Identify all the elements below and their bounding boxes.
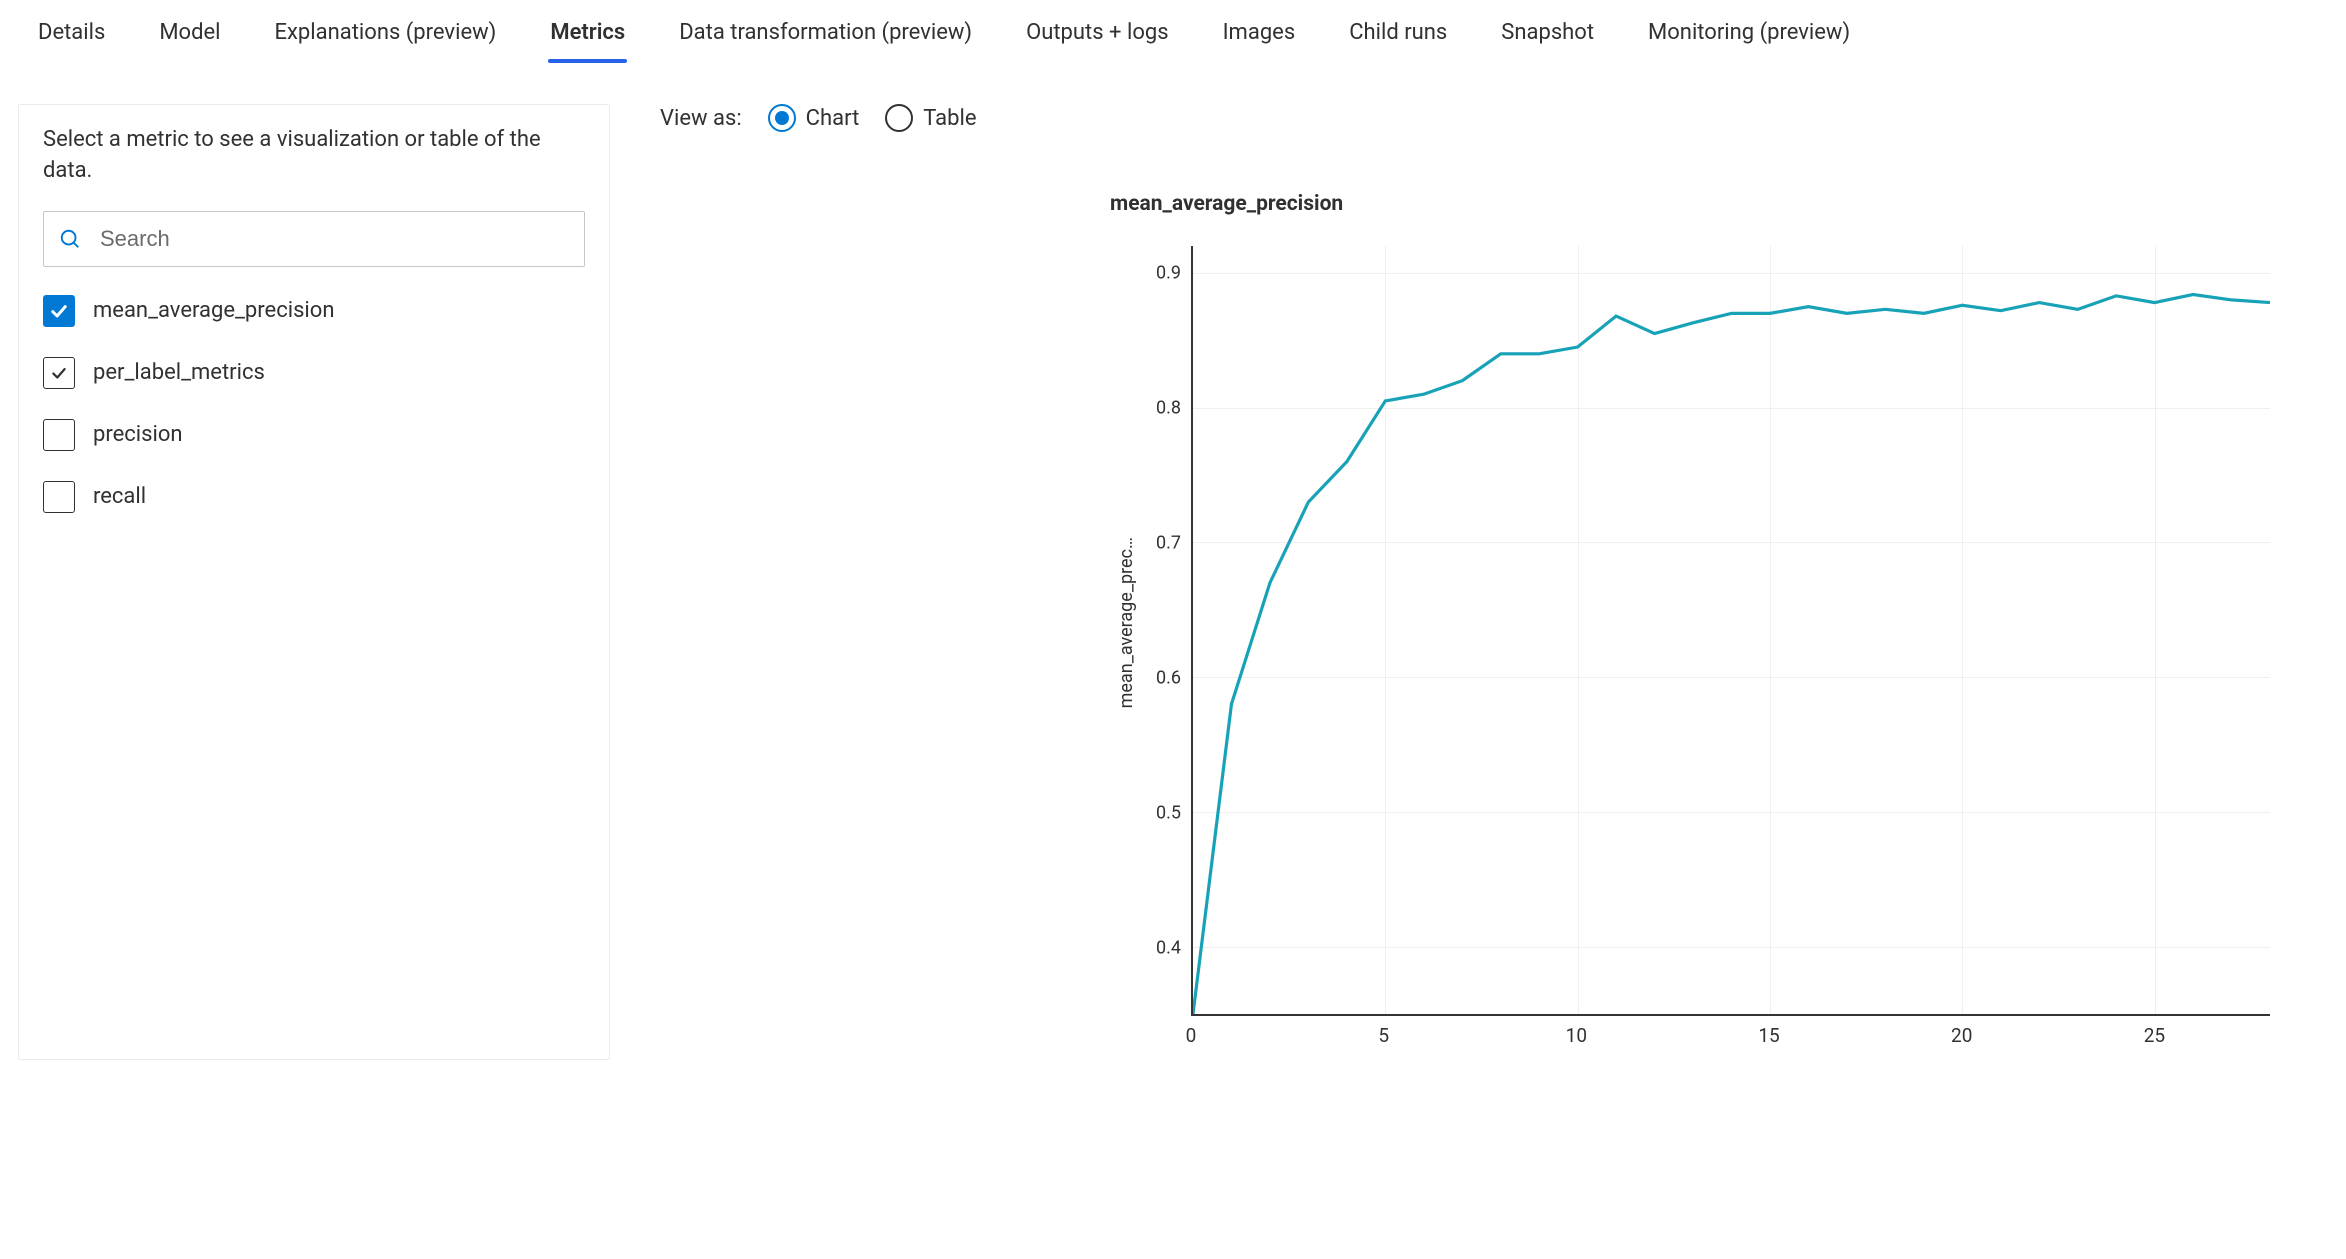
x-tick: 10 (1566, 1024, 1587, 1047)
tab-bar: Details Model Explanations (preview) Metric… (0, 0, 2346, 70)
x-tick: 25 (2144, 1024, 2165, 1047)
radio-label: Table (923, 106, 976, 131)
chart-container: mean_average_precision mean_average_prec… (1110, 192, 2270, 1060)
tab-model[interactable]: Model (157, 14, 222, 63)
content-row: Select a metric to see a visualization o… (0, 70, 2346, 1060)
radio-dot-icon (885, 104, 913, 132)
plot-area (1191, 246, 2270, 1016)
tab-outputs-logs[interactable]: Outputs + logs (1024, 14, 1171, 63)
metric-label: precision (93, 422, 183, 447)
search-icon (59, 228, 81, 250)
tab-metrics[interactable]: Metrics (548, 14, 627, 63)
metric-label: per_label_metrics (93, 360, 265, 385)
y-axis-label: mean_average_prec… (1110, 537, 1143, 708)
y-tick: 0.9 (1156, 263, 1181, 284)
checkbox-mean_average_precision[interactable] (43, 295, 75, 327)
view-as-group: View as: Chart Table (660, 104, 2316, 132)
metric-item-per_label_metrics[interactable]: per_label_metrics (43, 357, 585, 389)
y-tick: 0.6 (1156, 668, 1181, 689)
tab-images[interactable]: Images (1221, 14, 1298, 63)
metric-list: mean_average_precision per_label_metricsp… (43, 295, 585, 513)
series-line (1193, 295, 2270, 1014)
search-input[interactable] (43, 211, 585, 267)
metric-item-mean_average_precision[interactable]: mean_average_precision (43, 295, 585, 327)
view-as-table[interactable]: Table (885, 104, 976, 132)
tab-details[interactable]: Details (36, 14, 107, 63)
tab-child-runs[interactable]: Child runs (1347, 14, 1449, 63)
metric-label: recall (93, 484, 146, 509)
chart-title: mean_average_precision (1110, 192, 2270, 216)
y-tick: 0.5 (1156, 803, 1181, 824)
main-panel: View as: Chart Table mean_average_precisi… (660, 104, 2346, 1060)
checkbox-precision[interactable] (43, 419, 75, 451)
x-axis-ticks: 0510152025 (1191, 1024, 2270, 1060)
tab-explanations-preview[interactable]: Explanations (preview) (273, 14, 499, 63)
x-tick: 20 (1951, 1024, 1972, 1047)
y-axis-ticks: 0.4 0.5 0.6 0.7 0.8 0.9 (1143, 246, 1191, 1016)
y-tick: 0.4 (1156, 938, 1181, 959)
metric-label: mean_average_precision (93, 298, 334, 323)
view-as-chart[interactable]: Chart (768, 104, 860, 132)
sidebar-description: Select a metric to see a visualization o… (43, 125, 585, 187)
radio-dot-icon (768, 104, 796, 132)
tab-snapshot[interactable]: Snapshot (1499, 14, 1596, 63)
metric-item-precision[interactable]: precision (43, 419, 585, 451)
x-tick: 5 (1378, 1024, 1389, 1047)
y-tick: 0.7 (1156, 533, 1181, 554)
tab-monitoring-preview[interactable]: Monitoring (preview) (1646, 14, 1852, 63)
tab-data-transformation-preview[interactable]: Data transformation (preview) (677, 14, 974, 63)
metrics-sidebar: Select a metric to see a visualization o… (18, 104, 610, 1060)
x-tick: 15 (1758, 1024, 1779, 1047)
checkbox-recall[interactable] (43, 481, 75, 513)
view-as-label: View as: (660, 106, 742, 131)
search-wrap (43, 211, 585, 267)
metric-item-recall[interactable]: recall (43, 481, 585, 513)
y-tick: 0.8 (1156, 398, 1181, 419)
checkbox-per_label_metrics[interactable] (43, 357, 75, 389)
x-tick: 0 (1186, 1024, 1197, 1047)
radio-label: Chart (806, 106, 860, 131)
